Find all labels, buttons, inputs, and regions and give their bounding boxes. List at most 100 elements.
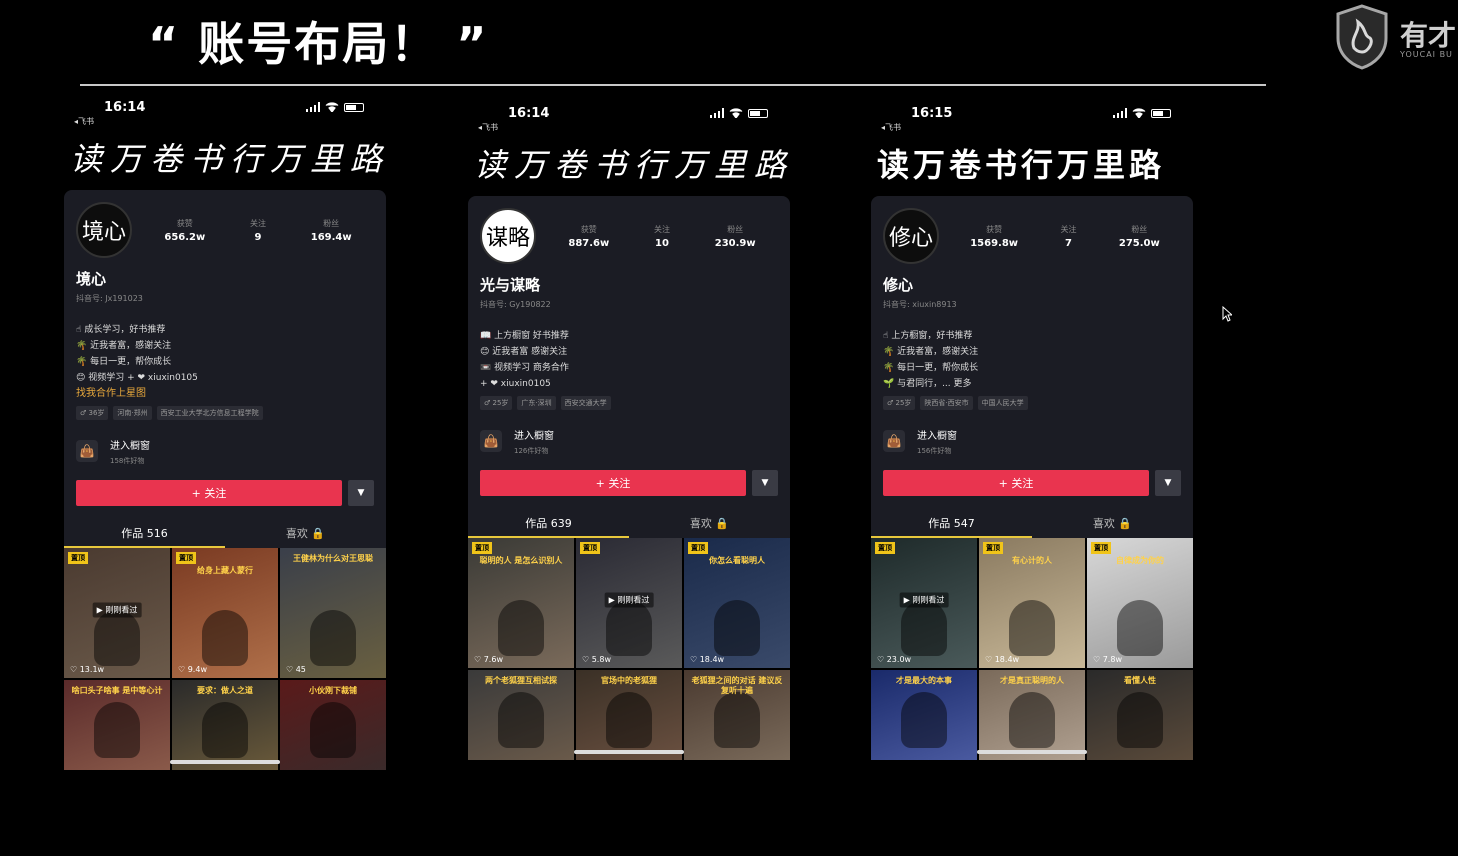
- thumbnail-figure: [1009, 692, 1055, 748]
- tab-works[interactable]: 作品 639: [468, 510, 629, 538]
- thumbnail-caption: 官场中的老狐狸: [601, 676, 657, 685]
- profile-bio: ☝ 上方橱窗，好书推荐 🌴 近我者富，感谢关注 🌴 每日一更，帮你成长 🌱 与君同行，…: [883, 328, 1181, 392]
- douyin-id[interactable]: 抖音号: Jx191023: [76, 293, 374, 304]
- tab-works[interactable]: 作品 547: [871, 510, 1032, 538]
- stat-label: 关注: [250, 218, 266, 228]
- video-thumbnail[interactable]: 老狐狸之间的对话 建议反复听十遍: [684, 670, 790, 760]
- video-thumbnail[interactable]: 置顶 你怎么看聪明人 ♡ 18.4w: [684, 538, 790, 668]
- calligraphy-banner: 读万卷书行万里路: [70, 140, 391, 178]
- shop-subtitle: 158件好物: [110, 456, 145, 465]
- video-thumbnail[interactable]: 要求：做人之道: [172, 680, 278, 770]
- status-bar: 16:14 ◂飞书: [64, 100, 386, 128]
- video-thumbnail[interactable]: 才是真正聪明的人: [979, 670, 1085, 760]
- avatar[interactable]: 谋略: [480, 208, 536, 264]
- thumbnail-figure: [310, 702, 356, 758]
- tab-likes[interactable]: 喜欢 🔒: [225, 520, 386, 548]
- thumbnail-caption: 才是最大的本事: [896, 676, 952, 685]
- more-dropdown-button[interactable]: ▼: [348, 480, 374, 506]
- thumbnail-caption: 小伙刚下裁铺: [309, 686, 357, 695]
- profile-name: 境心: [76, 270, 107, 288]
- video-thumbnail[interactable]: 置顶 有心计的人 ♡ 18.4w: [979, 538, 1085, 668]
- stat-likes[interactable]: 获赞 887.6w: [568, 224, 609, 249]
- video-thumbnail[interactable]: 看懂人性: [1087, 670, 1193, 760]
- bio-line: 😊 近我者富 感谢关注: [480, 347, 568, 357]
- stat-following[interactable]: 关注 9: [250, 218, 266, 243]
- stat-followers[interactable]: 粉丝 275.0w: [1119, 224, 1160, 249]
- home-indicator: [574, 750, 684, 754]
- shop-window-entry[interactable]: 👜 进入橱窗 126件好物: [480, 424, 778, 458]
- thumbnail-caption: 有心计的人: [1012, 556, 1052, 565]
- video-thumbnail[interactable]: 置顶 自律成为你的 ♡ 7.8w: [1087, 538, 1193, 668]
- bio-line: 🌴 近我者富，感谢关注: [76, 341, 172, 351]
- thumbnail-caption: 聪明的人 是怎么识别人: [479, 556, 563, 565]
- thumbnail-figure: [498, 692, 544, 748]
- shop-window-entry[interactable]: 👜 进入橱窗 156件好物: [883, 424, 1181, 458]
- shop-window-entry[interactable]: 👜 进入橱窗 158件好物: [76, 434, 374, 468]
- profile-name: 修心: [883, 276, 914, 294]
- profile-actions: + 关注 ▼: [76, 480, 374, 506]
- douyin-id[interactable]: 抖音号: Gy190822: [480, 299, 778, 310]
- follow-button[interactable]: + 关注: [76, 480, 342, 506]
- stat-label: 关注: [654, 224, 670, 234]
- tab-likes[interactable]: 喜欢 🔒: [629, 510, 790, 538]
- video-thumbnail[interactable]: 置顶聪明的人 是怎么识别人 ♡ 7.6w: [468, 538, 574, 668]
- stat-likes[interactable]: 获赞 656.2w: [164, 218, 205, 243]
- profile-tag: ♂ 36岁: [76, 406, 109, 420]
- stat-following[interactable]: 关注 7: [1060, 224, 1076, 249]
- stat-label: 获赞: [176, 218, 193, 228]
- more-dropdown-button[interactable]: ▼: [752, 470, 778, 496]
- shopping-bag-icon: 👜: [883, 430, 905, 452]
- wifi-icon: [1132, 108, 1146, 118]
- status-icons: [710, 108, 768, 118]
- cellular-signal-icon: [306, 102, 320, 112]
- video-thumbnail[interactable]: 啥口头子啥事 是中等心计: [64, 680, 170, 770]
- tab-likes[interactable]: 喜欢 🔒: [1032, 510, 1193, 538]
- video-thumbnail[interactable]: 置顶 ▶ 刚刚看过 ♡ 5.8w: [576, 538, 682, 668]
- avatar[interactable]: 修心: [883, 208, 939, 264]
- profile-card: 境心 获赞 656.2w 关注 9 粉丝 169.4w 境心抖音号: Jx191023 ☝ 成长…: [64, 190, 386, 548]
- thumbnail-figure: [714, 600, 760, 656]
- tab-works[interactable]: 作品 516: [64, 520, 225, 548]
- follow-button[interactable]: + 关注: [883, 470, 1149, 496]
- bio-line: 😊 视频学习 + ❤ xiuxin0105: [76, 373, 198, 383]
- shop-text: 进入橱窗 156件好物: [917, 427, 957, 456]
- profile-bio: ☝ 成长学习，好书推荐 🌴 近我者富，感谢关注 🌴 每日一更，帮你成长 😊 视频学习 …: [76, 322, 374, 402]
- video-thumbnail[interactable]: 才是最大的本事: [871, 670, 977, 760]
- thumbnail-figure: [498, 600, 544, 656]
- bio-line: ☝ 上方橱窗，好书推荐: [883, 331, 973, 341]
- video-thumbnail[interactable]: 置顶 给身上藏人蒙行 ♡ 9.4w: [172, 548, 278, 678]
- profile-tags: ♂ 36岁 河南·郑州 西安工业大学北方信息工程学院: [76, 406, 374, 420]
- brand-subtitle: YOUCAI BU: [1400, 50, 1453, 59]
- stat-value: 275.0w: [1118, 237, 1160, 249]
- video-thumbnail[interactable]: 两个老狐狸互相试探: [468, 670, 574, 760]
- phone-screenshot-xiuxin: 16:15 ◂飞书 读万卷书行万里路 修心 获赞 1569.8w 关注 7 粉丝 275.0w 修心…: [871, 106, 1193, 760]
- stat-following[interactable]: 关注 10: [654, 224, 670, 249]
- video-thumbnail[interactable]: 置顶 ▶ 刚刚看过 ♡ 23.0w: [871, 538, 977, 668]
- cellular-signal-icon: [710, 108, 724, 118]
- profile-tabs: 作品 639 喜欢 🔒: [468, 510, 790, 538]
- stat-likes[interactable]: 获赞 1569.8w: [970, 224, 1018, 249]
- thumbnail-figure: [714, 692, 760, 748]
- shield-logo-icon: [1336, 4, 1388, 70]
- video-thumbnail[interactable]: 官场中的老狐狸: [576, 670, 682, 760]
- video-like-count: ♡ 18.4w: [985, 655, 1020, 664]
- more-dropdown-button[interactable]: ▼: [1155, 470, 1181, 496]
- home-indicator: [977, 750, 1087, 754]
- douyin-id[interactable]: 抖音号: xiuxin8913: [883, 299, 1181, 310]
- stat-followers[interactable]: 粉丝 169.4w: [311, 218, 352, 243]
- calligraphy-banner: 读万卷书行万里路: [474, 146, 795, 184]
- stat-label: 粉丝: [1131, 224, 1148, 234]
- profile-header: 境心 获赞 656.2w 关注 9 粉丝 169.4w: [76, 200, 374, 260]
- video-thumbnail[interactable]: 置顶 ▶ 刚刚看过 ♡ 13.1w: [64, 548, 170, 678]
- video-thumbnail[interactable]: 王健林为什么对王思聪 ♡ 45: [280, 548, 386, 678]
- follow-button[interactable]: + 关注: [480, 470, 746, 496]
- phone-screenshot-guangyumoulue: 16:14 ◂飞书 读万卷书行万里路 谋略 获赞 887.6w 关注 10 粉丝 230.9w 光与…: [468, 106, 795, 760]
- stat-followers[interactable]: 粉丝 230.9w: [715, 224, 756, 249]
- pinned-badge: 置顶: [472, 542, 492, 554]
- battery-icon: [748, 108, 768, 118]
- video-like-count: ♡ 7.6w: [474, 655, 503, 664]
- business-link[interactable]: 找我合作上星图: [76, 386, 374, 402]
- avatar[interactable]: 境心: [76, 202, 132, 258]
- mouse-cursor-icon: [1222, 306, 1232, 322]
- video-thumbnail[interactable]: 小伙刚下裁铺: [280, 680, 386, 770]
